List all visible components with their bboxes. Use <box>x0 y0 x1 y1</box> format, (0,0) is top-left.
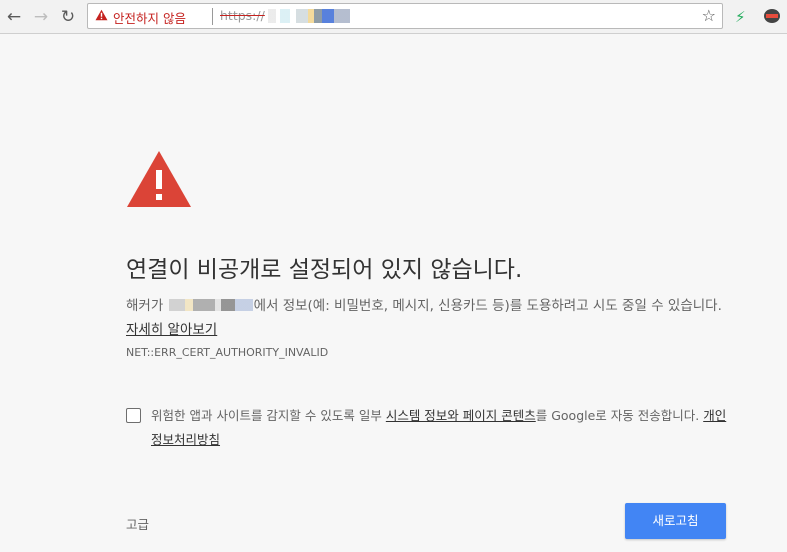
browser-toolbar: ← → ↻ 안전하지 않음 https:// ☆ ⚡ <box>0 0 787 34</box>
warning-icon <box>127 151 191 207</box>
hostname-redacted <box>168 299 253 311</box>
mask-icon[interactable] <box>764 9 780 23</box>
forward-icon: → <box>33 7 49 27</box>
url-scheme: https:// <box>220 8 265 23</box>
back-icon[interactable]: ← <box>3 6 25 28</box>
optin-middle: 를 Google로 자동 전송합니다. <box>535 408 700 423</box>
star-icon[interactable]: ☆ <box>702 6 716 26</box>
url-host-redacted <box>268 9 350 23</box>
warning-icon <box>95 9 108 21</box>
bolt-icon[interactable]: ⚡ <box>735 6 746 28</box>
safe-browsing-optin-text: 위험한 앱과 사이트를 감지할 수 있도록 일부 시스템 정보와 페이지 콘텐츠… <box>151 404 731 452</box>
learn-more-link[interactable]: 자세히 알아보기 <box>126 322 217 338</box>
desc-prefix: 해커가 <box>126 298 164 314</box>
page-title: 연결이 비공개로 설정되어 있지 않습니다. <box>126 257 523 283</box>
error-code: NET::ERR_CERT_AUTHORITY_INVALID <box>126 346 329 359</box>
safe-browsing-checkbox[interactable] <box>126 408 141 423</box>
optin-prefix: 위험한 앱과 사이트를 감지할 수 있도록 일부 <box>151 408 382 423</box>
reload-button[interactable]: 새로고침 <box>625 503 726 539</box>
desc-suffix: 에서 정보(예: 비밀번호, 메시지, 신용카드 등)를 도용하려고 시도 중일… <box>253 298 722 314</box>
url-divider <box>212 8 213 25</box>
address-bar[interactable]: 안전하지 않음 https:// ☆ <box>87 3 723 29</box>
security-status-label[interactable]: 안전하지 않음 <box>113 8 186 27</box>
explanation-paragraph: 해커가 에서 정보(예: 비밀번호, 메시지, 신용카드 등)를 도용하려고 시… <box>126 294 726 342</box>
system-info-link[interactable]: 시스템 정보와 페이지 콘텐츠 <box>386 408 536 423</box>
advanced-button[interactable]: 고급 <box>126 514 149 533</box>
reload-icon[interactable]: ↻ <box>57 6 79 28</box>
